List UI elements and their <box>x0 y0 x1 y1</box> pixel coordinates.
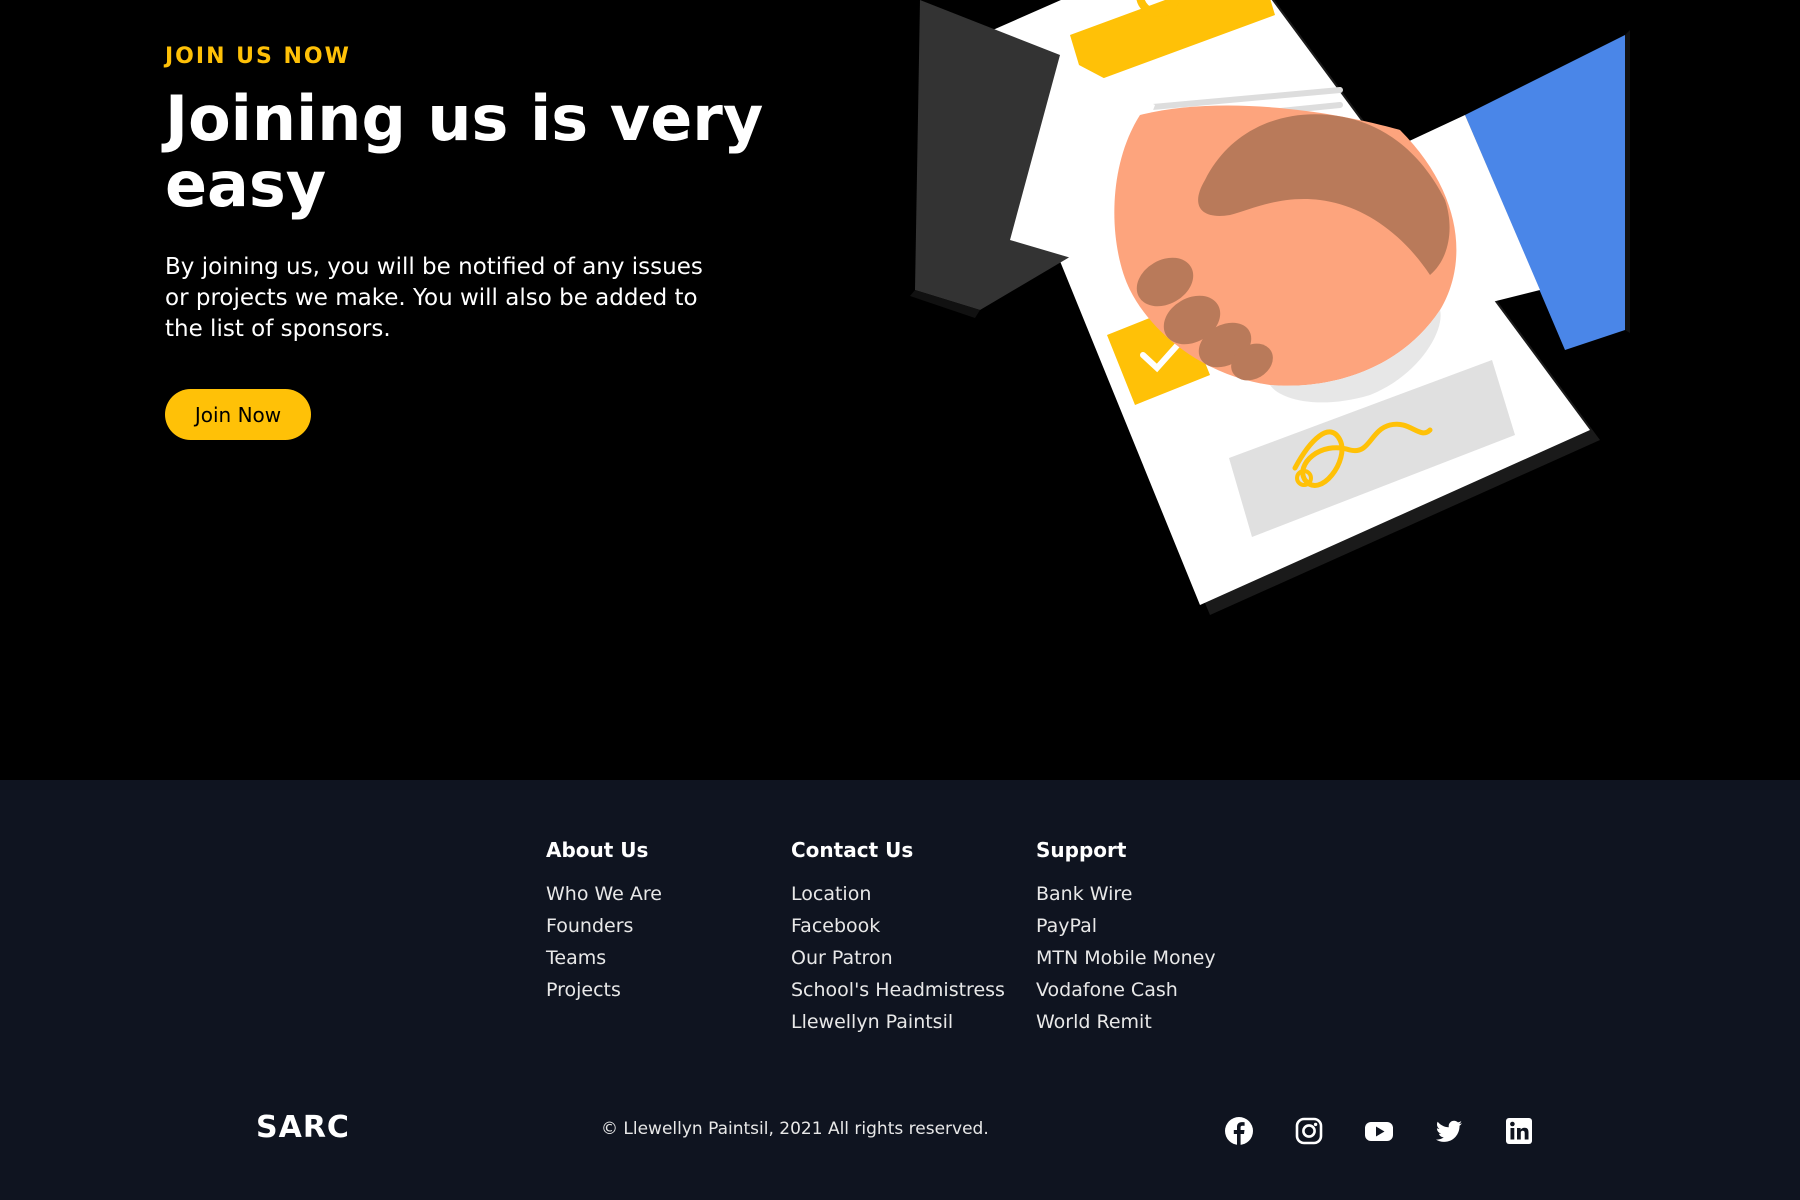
join-hero-section: JOIN US NOW Joining us is very easy By j… <box>0 0 1800 780</box>
footer-link-world-remit[interactable]: World Remit <box>1036 1006 1216 1038</box>
join-now-button[interactable]: Join Now <box>165 389 311 440</box>
footer-column-title: Contact Us <box>791 838 914 862</box>
footer-link-projects[interactable]: Projects <box>546 974 662 1006</box>
footer-column-support: Support Bank Wire PayPal MTN Mobile Mone… <box>1036 836 1216 1038</box>
hero-headline: Joining us is very easy <box>165 82 764 221</box>
footer-link-bank-wire[interactable]: Bank Wire <box>1036 878 1216 910</box>
footer-link-facebook[interactable]: Facebook <box>791 910 1005 942</box>
hero-description: By joining us, you will be notified of a… <box>165 254 703 342</box>
copyright-text: © Llewellyn Paintsil, 2021 All rights re… <box>601 1119 989 1139</box>
footer-link-vodafone-cash[interactable]: Vodafone Cash <box>1036 974 1216 1006</box>
social-links <box>1222 1114 1536 1148</box>
footer-link-llewellyn-paintsil[interactable]: Llewellyn Paintsil <box>791 1006 1005 1038</box>
linkedin-icon[interactable] <box>1502 1114 1536 1148</box>
footer-column-about: About Us Who We Are Founders Teams Proje… <box>546 836 662 1006</box>
footer-column-title: Support <box>1036 838 1127 862</box>
footer-column-contact: Contact Us Location Facebook Our Patron … <box>791 836 1005 1038</box>
footer-link-founders[interactable]: Founders <box>546 910 662 942</box>
twitter-icon[interactable] <box>1432 1114 1466 1148</box>
handshake-contract-illustration <box>910 0 1630 615</box>
footer-link-headmistress[interactable]: School's Headmistress <box>791 974 1005 1006</box>
footer-link-our-patron[interactable]: Our Patron <box>791 942 1005 974</box>
facebook-icon[interactable] <box>1222 1114 1256 1148</box>
site-footer: About Us Who We Are Founders Teams Proje… <box>0 780 1800 1200</box>
footer-link-mtn-mobile-money[interactable]: MTN Mobile Money <box>1036 942 1216 974</box>
instagram-icon[interactable] <box>1292 1114 1326 1148</box>
footer-link-teams[interactable]: Teams <box>546 942 662 974</box>
footer-column-title: About Us <box>546 838 649 862</box>
footer-link-who-we-are[interactable]: Who We Are <box>546 878 662 910</box>
footer-link-paypal[interactable]: PayPal <box>1036 910 1216 942</box>
youtube-icon[interactable] <box>1362 1114 1396 1148</box>
footer-link-location[interactable]: Location <box>791 878 1005 910</box>
footer-logo[interactable]: SARC <box>256 1110 350 1145</box>
section-eyebrow: JOIN US NOW <box>165 44 351 69</box>
